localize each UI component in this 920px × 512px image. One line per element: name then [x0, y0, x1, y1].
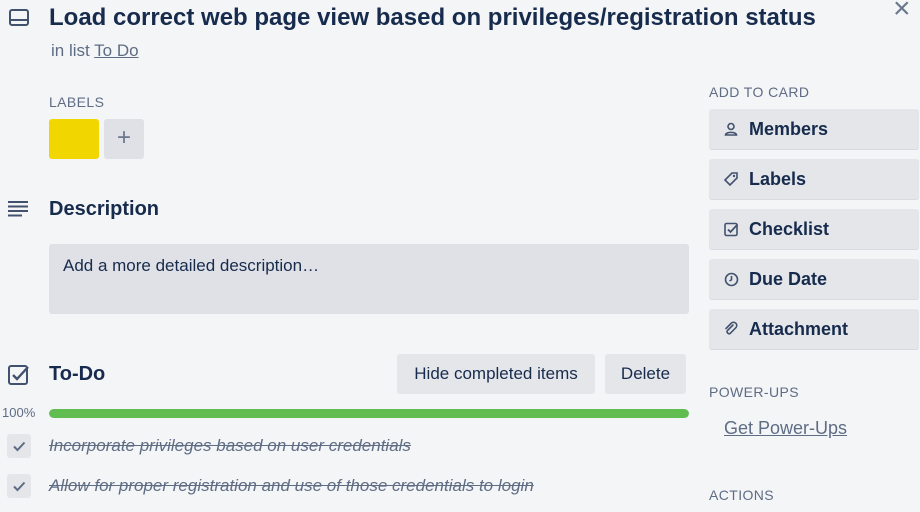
labels-label: Labels [749, 168, 807, 189]
progress-bar [49, 409, 689, 418]
hide-completed-button[interactable]: Hide completed items [397, 354, 595, 394]
power-ups-heading: POWER-UPS [709, 384, 799, 400]
checklist-item-checkbox[interactable] [7, 474, 31, 498]
in-list-prefix: in list [51, 41, 90, 60]
person-icon [723, 121, 739, 137]
members-label: Members [749, 118, 829, 139]
list-link[interactable]: To Do [94, 41, 138, 60]
checklist-button[interactable]: Checklist [709, 209, 919, 249]
delete-checklist-button[interactable]: Delete [605, 354, 686, 394]
label-chip-yellow[interactable] [49, 119, 99, 159]
paperclip-icon [723, 321, 739, 337]
checklist-item-checkbox[interactable] [7, 434, 31, 458]
due-date-label: Due Date [749, 268, 828, 289]
progress-fill [49, 409, 689, 418]
description-icon [8, 200, 30, 218]
add-to-card-heading: ADD TO CARD [709, 84, 810, 100]
get-power-ups-link[interactable]: Get Power-Ups [724, 418, 847, 439]
checklist-icon [8, 364, 30, 386]
tag-icon [723, 171, 739, 187]
members-button[interactable]: Members [709, 109, 919, 149]
clock-icon [723, 271, 739, 287]
card-title[interactable]: Load correct web page view based on priv… [49, 4, 816, 32]
card-icon [8, 8, 30, 28]
actions-heading: ACTIONS [709, 487, 775, 503]
description-heading: Description [49, 198, 160, 220]
progress-percent: 100% [2, 405, 36, 420]
checkbox-icon [723, 221, 739, 237]
add-label-button[interactable]: + [104, 119, 144, 159]
list-reference: in list To Do [51, 41, 139, 61]
due-date-button[interactable]: Due Date [709, 259, 919, 299]
checklist-item-text[interactable]: Allow for proper registration and use of… [49, 476, 534, 496]
description-placeholder: Add a more detailed description… [63, 256, 320, 275]
labels-heading: LABELS [49, 94, 105, 110]
checklist-label: Checklist [749, 218, 830, 239]
description-editor[interactable]: Add a more detailed description… [49, 244, 689, 314]
close-icon[interactable]: × [893, 0, 911, 24]
checklist-title[interactable]: To-Do [49, 363, 105, 386]
attachment-button[interactable]: Attachment [709, 309, 919, 349]
checklist-item-text[interactable]: Incorporate privileges based on user cre… [49, 436, 411, 456]
attachment-label: Attachment [749, 318, 849, 339]
labels-button[interactable]: Labels [709, 159, 919, 199]
